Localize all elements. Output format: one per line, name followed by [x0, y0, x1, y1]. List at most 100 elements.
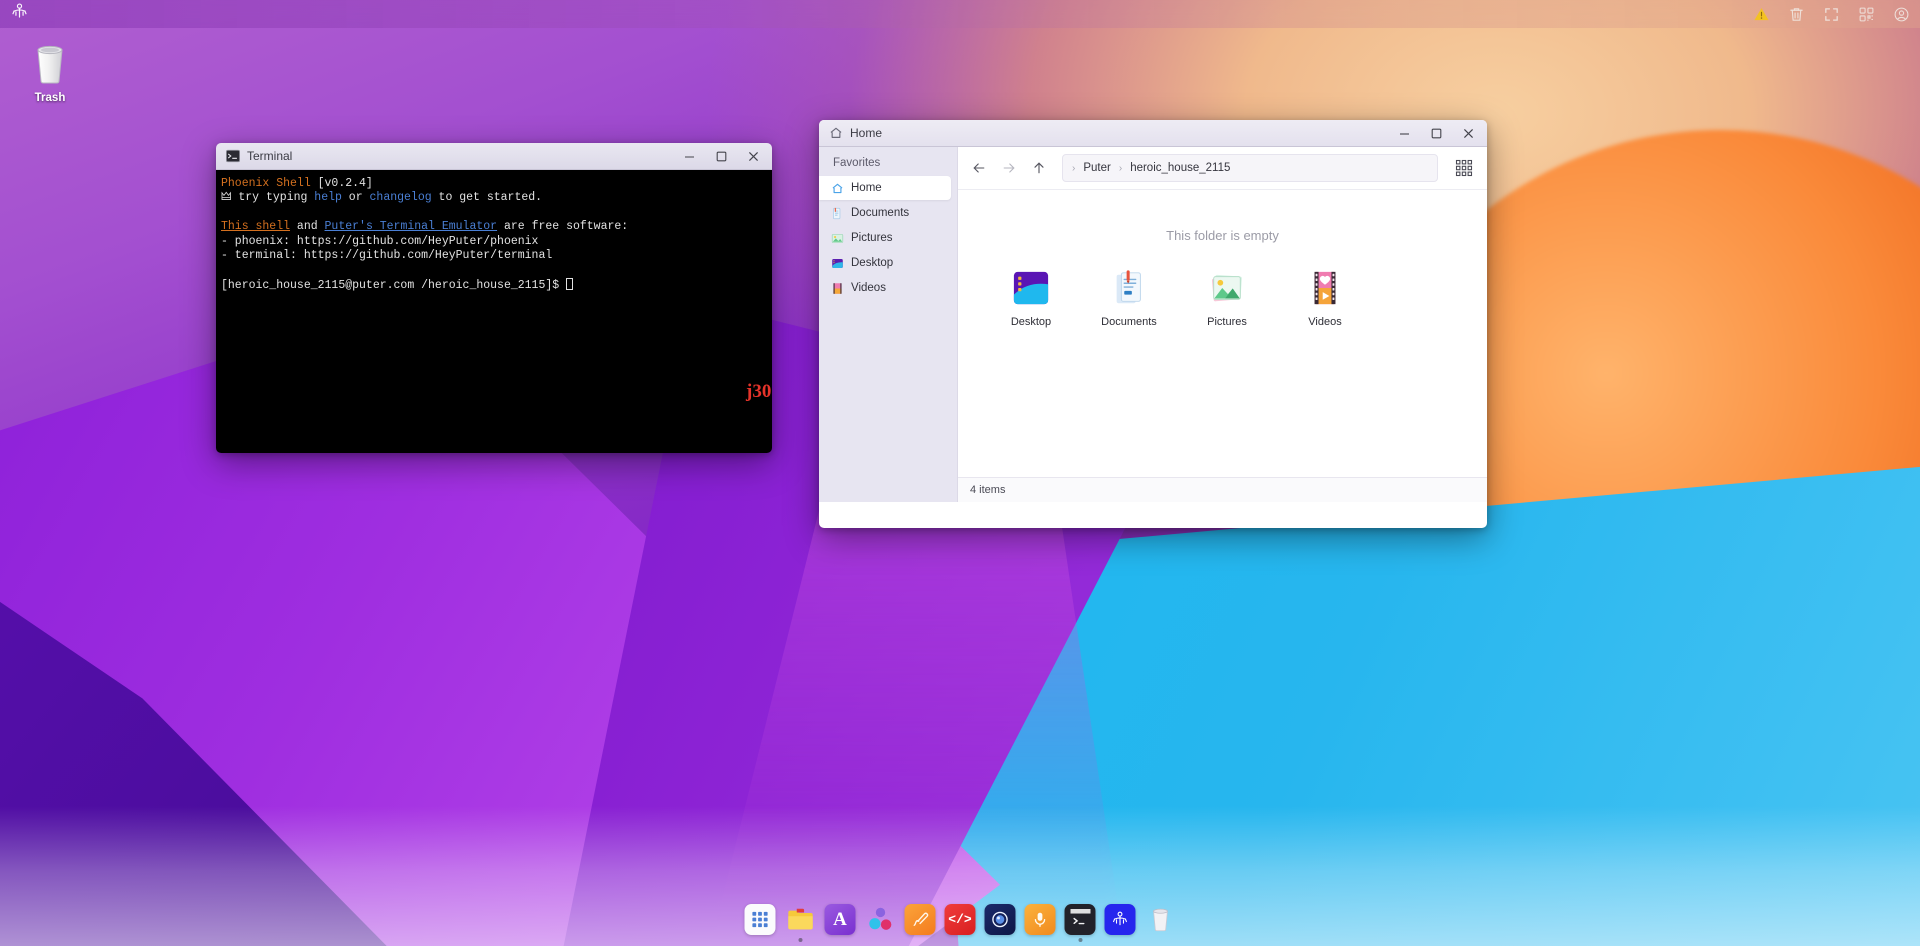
documents-icon [831, 207, 844, 220]
file-grid: Desktop Documents Pictures Videos [990, 262, 1487, 332]
explorer-maximize-button[interactable] [1421, 122, 1451, 145]
trash-icon [8, 38, 92, 88]
terminal-output[interactable]: Phoenix Shell [v0.2.4] 🜲 try typing help… [216, 170, 772, 453]
file-item-videos[interactable]: Videos [1284, 262, 1366, 332]
breadcrumb[interactable]: › Puter › heroic_house_2115 [1062, 154, 1438, 182]
sidebar-item-label: Pictures [851, 232, 893, 244]
explorer-minimize-button[interactable] [1389, 122, 1419, 145]
trash-icon[interactable] [1788, 6, 1805, 23]
dock-item-recorder[interactable] [1024, 903, 1056, 935]
explorer-content[interactable]: This folder is empty Desktop Documents P… [958, 190, 1487, 477]
dock-item-terminal[interactable] [1064, 903, 1096, 935]
explorer-toolbar: › Puter › heroic_house_2115 [958, 147, 1487, 190]
terminal-window[interactable]: Terminal Phoenix Shell [v0.2.4] 🜲 try ty… [216, 143, 772, 453]
system-topbar [0, 0, 1920, 28]
dock-item-paint[interactable] [904, 903, 936, 935]
sidebar-item-pictures[interactable]: Pictures [819, 226, 951, 250]
terminal-close-button[interactable] [738, 145, 768, 168]
qr-icon[interactable] [1858, 6, 1875, 23]
dock-item-files[interactable] [785, 904, 816, 935]
dock-item-puter[interactable] [1104, 903, 1136, 935]
sidebar-item-videos[interactable]: Videos [819, 276, 951, 300]
sidebar-item-home[interactable]: Home [819, 176, 951, 200]
explorer-statusbar: 4 items [958, 477, 1487, 502]
file-item-label: Videos [1308, 316, 1342, 328]
terminal-line-version: [v0.2.4] [310, 177, 373, 190]
dock-item-camera[interactable] [984, 903, 1016, 935]
warning-icon[interactable] [1753, 6, 1770, 23]
terminal-line-hint-a: try typing [231, 191, 315, 205]
pictures-icon [831, 232, 844, 245]
home-icon [831, 182, 844, 195]
running-indicator [1078, 937, 1082, 942]
desktop-icon [831, 257, 844, 270]
fullscreen-icon[interactable] [1823, 6, 1840, 23]
phoenix-glyph-icon: 🜲 [221, 191, 232, 205]
videos-icon [831, 282, 844, 295]
terminal-link-this-shell[interactable]: This shell [221, 220, 290, 233]
sidebar-item-desktop[interactable]: Desktop [819, 251, 951, 275]
terminal-line-hint-c: to get started. [431, 191, 543, 205]
sidebar-heading: Favorites [833, 157, 881, 169]
sidebar-item-label: Videos [851, 282, 886, 294]
terminal-help-command: help [314, 191, 342, 205]
file-item-label: Desktop [1010, 316, 1052, 328]
dock-item-app-launcher[interactable] [744, 903, 776, 935]
system-tray [1753, 6, 1910, 23]
sidebar-item-label: Home [851, 182, 882, 194]
terminal-maximize-button[interactable] [706, 145, 736, 168]
taskbar-dock: A </> [739, 898, 1182, 942]
account-icon[interactable] [1893, 6, 1910, 23]
watermark: j301.cn [746, 381, 772, 402]
desktop-folder-icon [992, 267, 1070, 309]
terminal-title: Terminal [247, 149, 293, 163]
grid-view-icon[interactable] [1449, 153, 1479, 183]
terminal-line-hint-b: or [341, 191, 370, 205]
dock-item-trash[interactable] [1145, 904, 1176, 935]
file-item-label: Documents [1101, 316, 1157, 328]
terminal-line-title: Phoenix Shell [221, 177, 311, 190]
terminal-line-free-software: are free software: [497, 220, 629, 234]
terminal-line-and: and [290, 220, 325, 234]
terminal-cursor [566, 277, 574, 290]
dock-item-draw[interactable] [865, 904, 896, 935]
explorer-close-button[interactable] [1453, 122, 1483, 145]
terminal-changelog-command: changelog [369, 191, 432, 205]
sidebar-item-documents[interactable]: Documents [819, 201, 951, 225]
terminal-link-puter-emulator[interactable]: Puter's Terminal Emulator [325, 220, 498, 233]
explorer-title: Home [850, 126, 883, 140]
empty-folder-message: This folder is empty [1166, 228, 1279, 243]
file-item-pictures[interactable]: Pictures [1186, 262, 1268, 332]
chevron-right-icon: › [1118, 162, 1123, 174]
puter-logo-icon[interactable] [10, 2, 29, 26]
terminal-titlebar[interactable]: Terminal [216, 143, 772, 170]
running-indicator [798, 937, 802, 942]
terminal-prompt: [heroic_house_2115@puter.com /heroic_hou… [221, 278, 567, 292]
breadcrumb-item-user[interactable]: heroic_house_2115 [1125, 160, 1235, 176]
chevron-right-icon: › [1072, 162, 1076, 174]
terminal-icon [226, 149, 240, 163]
sidebar-item-label: Desktop [851, 257, 894, 269]
desktop-icon-label: Trash [34, 92, 66, 104]
forward-arrow-icon[interactable] [996, 155, 1022, 181]
file-item-documents[interactable]: Documents [1088, 262, 1170, 332]
up-arrow-icon[interactable] [1026, 155, 1052, 181]
documents-folder-icon [1090, 267, 1168, 309]
home-icon [829, 126, 843, 140]
sidebar-item-label: Documents [851, 207, 910, 219]
explorer-titlebar[interactable]: Home [819, 120, 1487, 147]
desktop[interactable]: Trash Terminal Phoenix Shell [v0.2.4] 🜲 … [0, 0, 1920, 946]
back-arrow-icon[interactable] [966, 155, 992, 181]
breadcrumb-item-puter[interactable]: Puter [1078, 160, 1116, 176]
file-item-label: Pictures [1207, 316, 1247, 328]
file-item-desktop[interactable]: Desktop [990, 262, 1072, 332]
dock-item-code[interactable]: </> [944, 903, 976, 935]
videos-folder-icon [1286, 267, 1364, 309]
item-count: 4 items [970, 484, 1006, 496]
desktop-icon-trash[interactable]: Trash [8, 38, 92, 104]
file-explorer-window[interactable]: Home Favorites Home Documents Pictures D… [819, 120, 1487, 528]
terminal-minimize-button[interactable] [674, 145, 704, 168]
terminal-line-terminal-url: - terminal: https://github.com/HeyPuter/… [221, 249, 553, 263]
dock-item-editor[interactable]: A [824, 903, 856, 935]
terminal-line-phoenix-url: - phoenix: https://github.com/HeyPuter/p… [221, 234, 539, 248]
